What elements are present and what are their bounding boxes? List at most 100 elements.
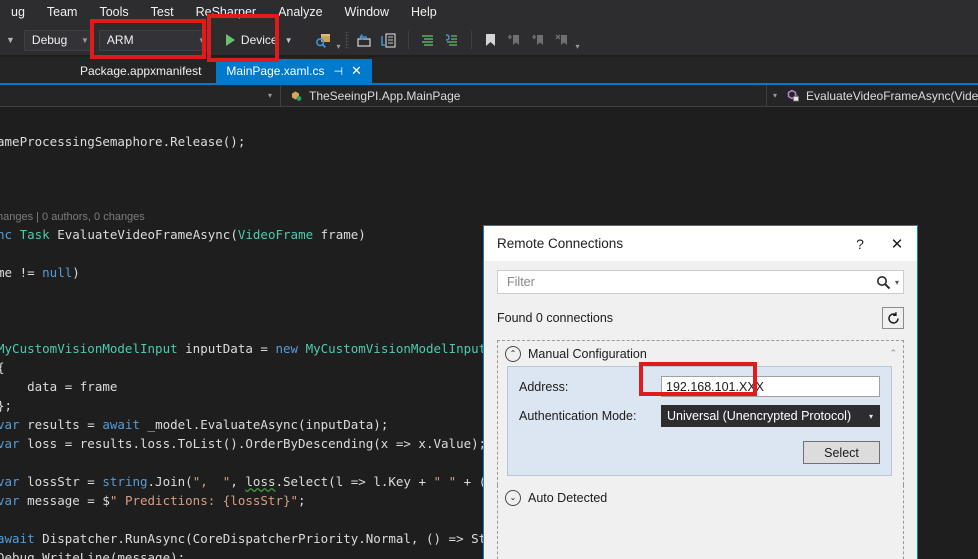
- code-line: Debug.WriteLine(message);: [0, 550, 186, 559]
- editor-tab-strip: Package.appxmanifest MainPage.xaml.cs ⊣ …: [0, 57, 978, 83]
- project-scope-dropdown[interactable]: ▾: [0, 85, 280, 107]
- authentication-mode-row: Authentication Mode: Universal (Unencryp…: [519, 405, 880, 427]
- section-title: Auto Detected: [528, 490, 608, 505]
- code-line: MyCustomVisionModelInput inputData = new…: [0, 341, 487, 356]
- section-manual-configuration: ⌃ Manual Configuration ⌃ Address: 192.16…: [497, 340, 904, 485]
- bookmark-overflow-icon[interactable]: ▾: [576, 42, 580, 55]
- select-button[interactable]: Select: [803, 441, 880, 464]
- chevron-down-icon[interactable]: ▼: [285, 36, 293, 45]
- code-line: await Dispatcher.RunAsync(CoreDispatcher…: [0, 531, 509, 546]
- code-line: {: [0, 358, 509, 377]
- previous-bookmark-icon[interactable]: [504, 29, 526, 51]
- member-scope-label: EvaluateVideoFrameAsync(VideoF: [806, 88, 978, 103]
- find-dropdown-icon[interactable]: ▾: [337, 42, 341, 55]
- type-scope-dropdown[interactable]: TheSeeingPI.App.MainPage: [280, 84, 766, 107]
- editor-navigation-bar: ▾ TheSeeingPI.App.MainPage ▾ EvaluateVid…: [0, 84, 978, 107]
- code-line: };: [0, 398, 13, 413]
- search-dropdown-icon[interactable]: ▾: [895, 278, 899, 287]
- section-title: Manual Configuration: [528, 346, 647, 361]
- toolbar-overflow-icon[interactable]: ▼: [0, 35, 19, 45]
- clear-bookmarks-icon[interactable]: [552, 29, 574, 51]
- tab-label: MainPage.xaml.cs: [226, 64, 325, 78]
- help-icon[interactable]: ?: [843, 227, 877, 261]
- code-text[interactable]: ameProcessingSemaphore.Release(); hanges…: [0, 132, 509, 559]
- authentication-mode-value: Universal (Unencrypted Protocol): [667, 409, 852, 423]
- pin-icon[interactable]: ⊣: [333, 65, 343, 78]
- section-header-auto-detected[interactable]: ⌄ Auto Detected: [498, 485, 903, 510]
- start-debug-target-label: Device: [240, 33, 278, 47]
- address-row: Address: 192.168.101.XXX: [519, 376, 880, 397]
- chevron-down-icon[interactable]: ⌄: [505, 489, 521, 506]
- solution-configuration-combo[interactable]: Debug ▼: [23, 29, 94, 51]
- solution-platform-combo[interactable]: ARM ▼: [98, 29, 211, 51]
- menu-debug[interactable]: ug: [0, 1, 36, 24]
- code-line: me != null): [0, 265, 80, 280]
- method-icon: [785, 88, 800, 103]
- vs-window: ug Team Tools Test ReSharper Analyze Win…: [0, 0, 978, 559]
- scroll-up-icon[interactable]: ⌃: [889, 348, 897, 359]
- uncomment-selection-icon[interactable]: [441, 29, 463, 51]
- section-header-manual-configuration[interactable]: ⌃ Manual Configuration ⌃: [498, 341, 903, 366]
- close-icon[interactable]: ✕: [877, 227, 917, 261]
- code-line: var message = $" Predictions: {lossStr}"…: [0, 493, 306, 508]
- address-label: Address:: [519, 379, 569, 394]
- navigate-backward-icon[interactable]: [354, 29, 376, 51]
- find-in-files-icon[interactable]: [313, 29, 335, 51]
- comment-selection-icon[interactable]: [417, 29, 439, 51]
- menu-items: ug Team Tools Test ReSharper Analyze Win…: [0, 0, 978, 25]
- chevron-down-icon: ▾: [267, 91, 272, 100]
- code-line: data = frame: [0, 379, 118, 394]
- select-row: Select: [519, 441, 880, 464]
- chevron-down-icon: ▼: [198, 35, 206, 45]
- remote-connections-dialog: Remote Connections ? ✕ Filter ▾ Found 0 …: [483, 225, 918, 559]
- code-line: nc Task EvaluateVideoFrameAsync(VideoFra…: [0, 227, 366, 242]
- menu-analyze[interactable]: Analyze: [267, 1, 333, 24]
- tab-package-appxmanifest[interactable]: Package.appxmanifest: [70, 59, 212, 83]
- menu-resharper[interactable]: ReSharper: [185, 1, 267, 24]
- codelens-indicator[interactable]: hanges | 0 authors, 0 changes: [0, 208, 509, 225]
- chevron-up-icon[interactable]: ⌃: [505, 345, 521, 362]
- member-scope-dropdown[interactable]: ▾ EvaluateVideoFrameAsync(VideoF: [766, 84, 978, 107]
- address-input[interactable]: 192.168.101.XXX: [661, 376, 880, 397]
- next-bookmark-icon[interactable]: [528, 29, 550, 51]
- search-icon[interactable]: [876, 275, 891, 290]
- menu-tools[interactable]: Tools: [88, 1, 139, 24]
- menu-window[interactable]: Window: [334, 1, 400, 24]
- manual-configuration-panel: Address: 192.168.101.XXX Authentication …: [507, 366, 892, 476]
- authentication-mode-select[interactable]: Universal (Unencrypted Protocol) ▾: [661, 405, 880, 427]
- filter-input[interactable]: Filter ▾: [497, 270, 904, 294]
- menu-team[interactable]: Team: [36, 1, 89, 24]
- navigate-forward-icon[interactable]: [378, 29, 400, 51]
- chevron-down-icon: ▾: [773, 91, 778, 100]
- toolbar-separator: [470, 31, 472, 49]
- start-debug-button[interactable]: Device ▼: [223, 29, 296, 51]
- found-connections-row: Found 0 connections: [497, 305, 904, 331]
- tab-mainpage-xaml-cs[interactable]: MainPage.xaml.cs ⊣ ✕: [216, 59, 372, 83]
- code-line: var lossStr = string.Join(", ", loss.Sel…: [0, 474, 509, 489]
- section-auto-detected: ⌄ Auto Detected: [497, 485, 904, 559]
- code-line: var results = await _model.EvaluateAsync…: [0, 417, 389, 432]
- solution-configuration-value: Debug: [31, 33, 68, 47]
- close-icon[interactable]: ✕: [351, 63, 362, 79]
- found-connections-label: Found 0 connections: [497, 311, 614, 325]
- refresh-button[interactable]: [882, 307, 904, 329]
- chevron-down-icon: ▾: [868, 411, 873, 421]
- toggle-bookmark-icon[interactable]: [480, 29, 502, 51]
- menu-test[interactable]: Test: [140, 1, 185, 24]
- dialog-body: Filter ▾ Found 0 connections ⌃ Manual Co…: [484, 261, 917, 559]
- toolbar-grip: [344, 31, 349, 49]
- tab-label: Package.appxmanifest: [80, 64, 202, 78]
- code-line: ameProcessingSemaphore.Release();: [0, 134, 246, 149]
- filter-placeholder: Filter: [507, 275, 535, 289]
- dialog-title: Remote Connections: [497, 236, 624, 251]
- type-scope-label: TheSeeingPI.App.MainPage: [309, 88, 461, 103]
- menu-help[interactable]: Help: [400, 1, 448, 24]
- solution-platform-value: ARM: [106, 33, 134, 47]
- menu-bar: ug Team Tools Test ReSharper Analyze Win…: [0, 0, 978, 25]
